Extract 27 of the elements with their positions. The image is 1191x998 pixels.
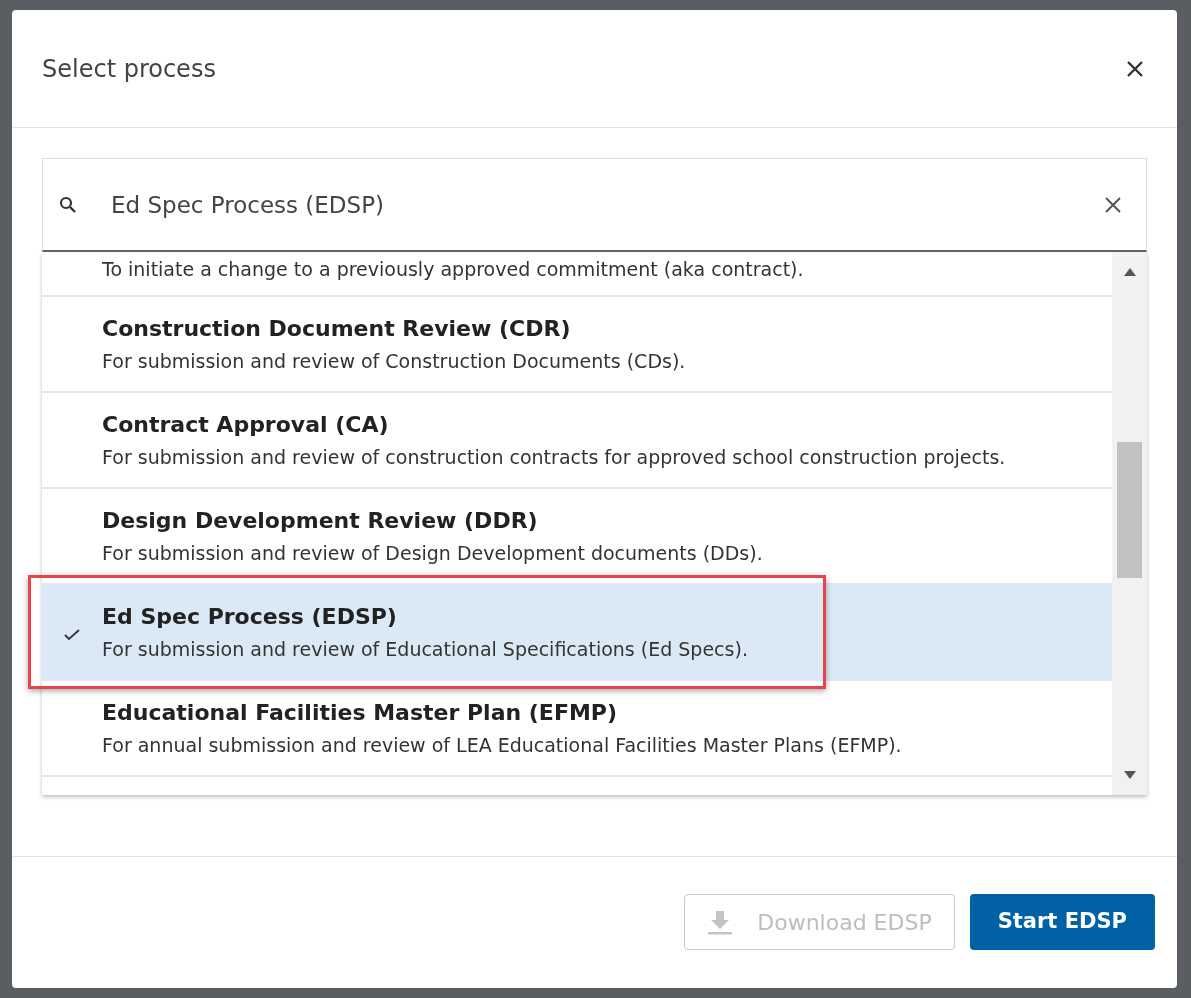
process-name: Contract Approval (CA) xyxy=(102,411,390,440)
download-icon xyxy=(707,909,734,935)
process-description: To initiate a change to a previously approved commitment (aka contract). xyxy=(102,257,804,282)
search-icon xyxy=(59,196,77,214)
process-option[interactable]: To initiate a change to a previously approved commitment (aka contract). xyxy=(42,252,1112,297)
start-button[interactable]: Start EDSP xyxy=(969,894,1155,950)
search-field[interactable]: Ed Spec Process (EDSP) xyxy=(42,158,1147,252)
process-option[interactable]: Ed Spec Process (EDSP) For submission and review of Educational Specifications (Ed Specs). xyxy=(42,585,1112,681)
process-name: Educational Facilities Master Plan (EFMP) xyxy=(102,699,618,728)
scrollbar[interactable] xyxy=(1112,252,1147,795)
process-option[interactable]: Contract Approval (CA) For submission and review of construction contracts for approved school construction projects. xyxy=(42,393,1112,489)
process-option[interactable]: Design Development Review (DDR) For submission and review of Design Development documents (DDs). xyxy=(42,489,1112,585)
process-name: Design Development Review (DDR) xyxy=(102,507,539,536)
process-name: Ed Spec Process (EDSP) xyxy=(102,603,398,632)
process-option[interactable]: Construction Document Review (CDR) For submission and review of Construction Documents (CDs). xyxy=(42,297,1112,393)
scroll-up-icon[interactable] xyxy=(1123,268,1136,276)
scroll-down-icon[interactable] xyxy=(1123,771,1136,779)
scrollbar-thumb[interactable] xyxy=(1117,442,1142,578)
process-description: For submission and review of Construction Documents (CDs). xyxy=(102,349,686,375)
process-description: For submission and review of Design Development documents (DDs). xyxy=(102,541,763,567)
process-option[interactable]: Educational Facilities Master Plan (EFMP) For annual submission and review of LEA Educational Facilities Master Plans (EFMP). xyxy=(42,681,1112,777)
process-description: For submission and review of construction contracts for approved school construction projects. xyxy=(102,445,1006,471)
process-description: For submission and review of Educational Specifications (Ed Specs). xyxy=(102,637,748,663)
dialog-title: Select process xyxy=(42,53,216,85)
checkmark-icon xyxy=(64,629,80,641)
process-name: Construction Document Review (CDR) xyxy=(102,315,572,344)
process-description: For annual submission and review of LEA Educational Facilities Master Plans (EFMP). xyxy=(102,733,902,759)
